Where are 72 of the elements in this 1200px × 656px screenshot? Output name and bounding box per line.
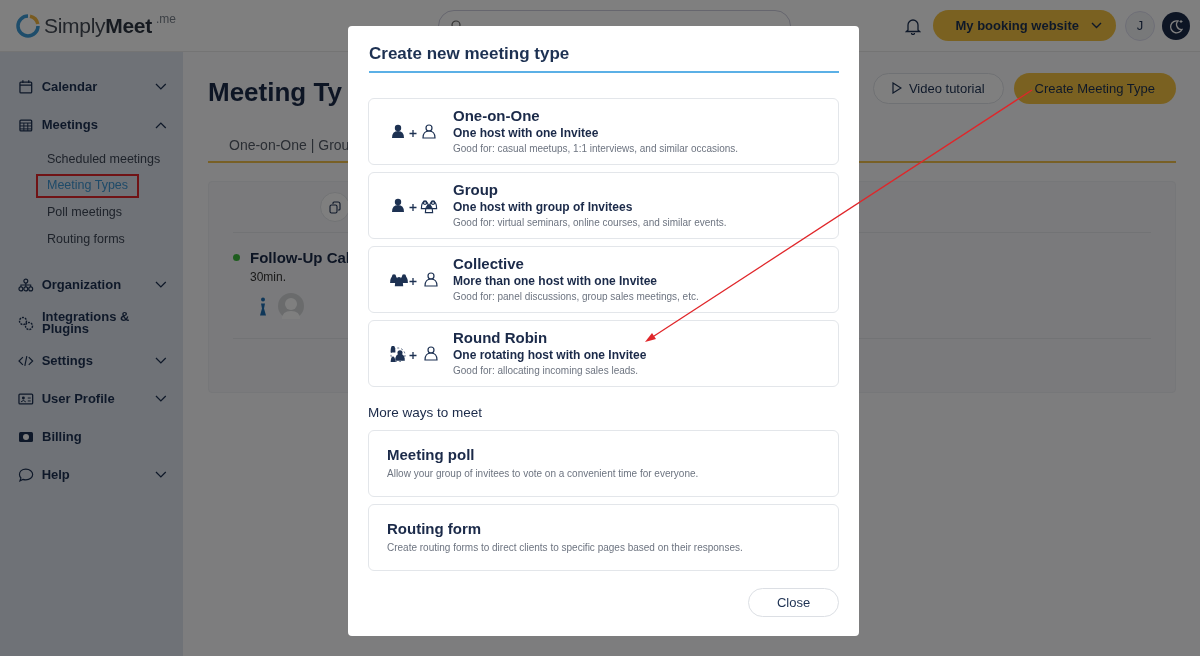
sidebar-subitem[interactable]: Poll meetings xyxy=(36,199,134,226)
option-subtitle: One host with one Invitee xyxy=(453,125,600,142)
chevron-down-icon[interactable] xyxy=(155,395,167,403)
event-duration: 30min. xyxy=(250,270,287,284)
dialog-title: Create new meeting type xyxy=(369,44,839,73)
option-description: Good for: panel discussions, group sales meetings, etc. xyxy=(453,290,699,304)
calendar-grid-icon xyxy=(18,117,34,133)
option-title: Routing form xyxy=(387,520,483,538)
figure-avatar-icon xyxy=(259,297,267,316)
option-title: Meeting poll xyxy=(387,446,476,464)
option-subtitle: More than one host with one Invitee xyxy=(453,273,658,290)
id-card-icon xyxy=(18,391,34,407)
sidebar-item[interactable]: Calendar xyxy=(41,81,148,93)
option-description: Create routing forms to direct clients to specific pages based on their responses. xyxy=(387,541,743,555)
ring-logo-icon xyxy=(16,13,40,38)
play-icon xyxy=(891,82,902,94)
copy-button[interactable] xyxy=(320,192,350,222)
option-description: Good for: allocating incoming sales leads. xyxy=(453,364,640,378)
sidebar-item[interactable]: User Profile xyxy=(41,393,148,405)
rotating-host-plus-invitee-icon xyxy=(389,345,439,362)
meeting-option-card[interactable]: Meeting poll Allow your group of invitees to vote on a convenient time for everyone. xyxy=(368,430,839,497)
chevron-down-icon[interactable] xyxy=(155,471,167,479)
option-description: Allow your group of invitees to vote on a convenient time for everyone. xyxy=(387,467,699,481)
sidebar-item[interactable]: Settings xyxy=(41,355,148,367)
tutorial-button[interactable]: Video tutorial xyxy=(872,72,1004,104)
option-description: Good for: casual meetups, 1:1 interviews, and similar occasions. xyxy=(453,142,739,156)
option-title: One-on-One xyxy=(453,107,541,125)
sidebar-item[interactable]: Meetings xyxy=(41,119,148,131)
banknote-icon xyxy=(18,429,34,445)
dark-mode-button[interactable] xyxy=(1162,11,1190,40)
section-title: More ways to meet xyxy=(368,405,484,420)
sidebar-subitem[interactable]: Scheduled meetings xyxy=(36,146,172,173)
host-plus-invitee-icon xyxy=(389,123,439,140)
sidebar-subitem[interactable]: Meeting Types xyxy=(36,173,140,198)
user-avatar[interactable]: J xyxy=(1125,10,1155,41)
hosts-plus-invitee-icon xyxy=(389,271,439,288)
type-tabs[interactable]: One-on-One | Grou xyxy=(229,137,350,153)
chevron-down-icon[interactable] xyxy=(155,357,167,365)
sidebar-subitem[interactable]: Routing forms xyxy=(36,225,136,252)
option-title: Collective xyxy=(453,255,525,273)
close-button[interactable]: Close xyxy=(748,588,839,617)
chevron-down-icon[interactable] xyxy=(155,83,167,91)
chevron-down-icon xyxy=(1091,22,1102,29)
sidebar-item[interactable]: Help xyxy=(41,469,148,481)
meeting-type-card[interactable]: Group One host with group of Invitees Good for: virtual seminars, online courses, and similar events. xyxy=(368,172,839,239)
sidebar-item[interactable]: Billing xyxy=(42,431,150,443)
sidebar-item[interactable]: Organization xyxy=(41,279,148,291)
meeting-type-card[interactable]: Collective More than one host with one Invitee Good for: panel discussions, group sales meetings, etc. xyxy=(368,246,839,313)
option-title: Round Robin xyxy=(453,329,549,347)
meeting-type-card[interactable]: One-on-One One host with one Invitee Good for: casual meetups, 1:1 interviews, and similar occasions. xyxy=(368,98,839,165)
moon-icon xyxy=(1168,17,1184,34)
sidebar-item[interactable]: Integrations & Plugins xyxy=(42,311,150,335)
chat-bubble-icon xyxy=(18,467,34,483)
option-title: Group xyxy=(453,181,499,199)
calendar-icon xyxy=(18,79,34,95)
create-button[interactable]: Create Meeting Type xyxy=(1013,72,1176,104)
bell-icon[interactable] xyxy=(905,16,922,35)
booking-website-button[interactable]: My booking website xyxy=(933,10,1116,41)
chevron-down-icon[interactable] xyxy=(155,281,167,289)
option-description: Good for: virtual seminars, online courses, and similar events. xyxy=(453,216,727,230)
meeting-option-card[interactable]: Routing form Create routing forms to direct clients to specific pages based on their responses. xyxy=(368,504,839,571)
copy-icon xyxy=(329,200,341,214)
chevron-up-icon[interactable] xyxy=(155,121,167,129)
org-chart-icon xyxy=(18,277,34,293)
code-icon xyxy=(18,353,34,369)
option-subtitle: One host with group of Invitees xyxy=(453,199,634,216)
logo-suffix: .me xyxy=(155,11,176,26)
host-plus-group-icon xyxy=(389,197,439,214)
meeting-type-card[interactable]: Round Robin One rotating host with one Invitee Good for: allocating incoming sales leads. xyxy=(368,320,839,387)
option-subtitle: One rotating host with one Invitee xyxy=(453,347,647,364)
page-title: Meeting Ty xyxy=(208,76,342,108)
logo-text[interactable]: SimplyMeet xyxy=(44,13,152,38)
